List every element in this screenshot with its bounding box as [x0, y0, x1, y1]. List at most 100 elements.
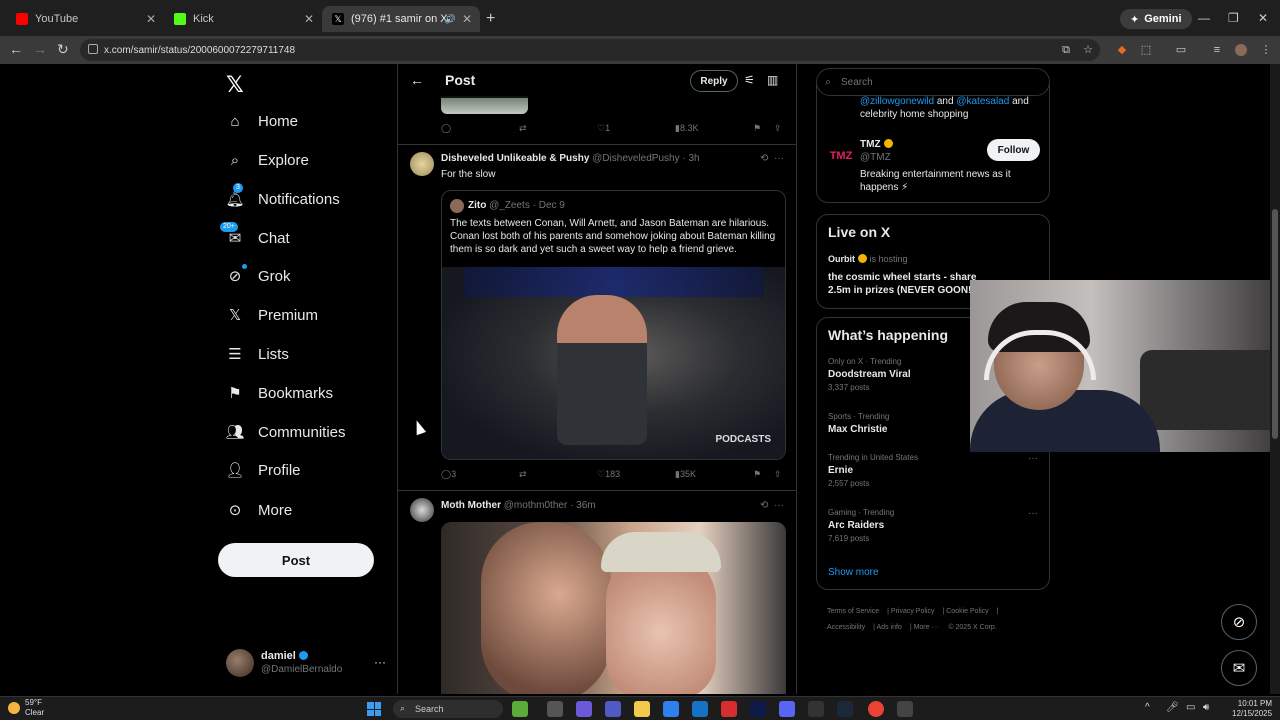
post-button[interactable]: Post	[218, 543, 374, 577]
minimize-icon[interactable]: —	[1198, 11, 1210, 25]
tweet-menu[interactable]: ⟲ ···	[760, 500, 784, 511]
reader-icon[interactable]: ▥	[767, 73, 778, 87]
chrome-icon[interactable]	[868, 701, 884, 717]
task-view-icon[interactable]	[547, 701, 563, 717]
search-input[interactable]: ⌕ Search	[816, 68, 1050, 96]
tweet-image[interactable]	[441, 522, 786, 694]
trend-item[interactable]: Gaming · Trending Arc Raiders 7,619 post…	[828, 508, 1038, 543]
share-icon[interactable]: ⇪	[774, 123, 782, 134]
nav-bookmarks[interactable]: ⚑ Bookmarks	[226, 378, 333, 408]
follow-button[interactable]: Follow	[987, 139, 1040, 161]
filter-icon[interactable]: ⚟	[744, 73, 755, 87]
x-logo-icon[interactable]: 𝕏	[226, 72, 244, 98]
teams-icon[interactable]	[605, 701, 621, 717]
trend-item[interactable]: Trending in United States Ernie 2,557 po…	[828, 453, 1038, 488]
back-arrow-icon[interactable]: ←	[410, 72, 424, 88]
app-icon[interactable]	[512, 701, 528, 717]
nav-lists[interactable]: ☰ Lists	[226, 339, 289, 369]
outlook-icon[interactable]	[692, 701, 708, 717]
nav-grok[interactable]: ⊘ Grok	[226, 261, 291, 291]
tab-youtube[interactable]: YouTube ✕	[6, 6, 164, 32]
nav-premium[interactable]: 𝕏 Premium	[226, 300, 318, 330]
speaker-icon[interactable]: 🔊	[445, 14, 456, 25]
url-field[interactable]: x.com/samir/status/2000600072279711748	[80, 39, 1100, 61]
footer-link[interactable]: More ···	[914, 624, 939, 631]
like-icon[interactable]: ♡ 183	[597, 469, 620, 480]
tmz-logo[interactable]: TMZ	[829, 144, 853, 168]
tab-kick[interactable]: Kick ✕	[164, 6, 322, 32]
file-explorer-icon[interactable]	[634, 701, 650, 717]
steam-icon[interactable]	[837, 701, 853, 717]
taskbar-search[interactable]: ⌕ Search	[393, 700, 503, 718]
footer-link[interactable]: Privacy Policy	[891, 608, 935, 615]
bookmark-icon[interactable]: ⚑	[753, 469, 761, 480]
nav-notifications[interactable]: 🔔︎ 3 Notifications	[225, 183, 340, 214]
puzzle-icon[interactable]: ⬚	[1140, 44, 1152, 56]
nav-more[interactable]: ⊙ More	[226, 495, 292, 525]
start-button[interactable]	[367, 702, 381, 716]
views-icon[interactable]: ▮ 8.3K	[675, 123, 698, 134]
like-icon[interactable]: ♡ 1	[597, 123, 610, 134]
share-icon[interactable]: ⇪	[774, 469, 782, 480]
show-more-link[interactable]: Show more	[828, 567, 879, 578]
account-switcher[interactable]: damiel @DamielBernaldo ···	[226, 647, 386, 683]
cast-icon[interactable]: ▭	[1175, 44, 1187, 56]
grok-icon[interactable]: ⟲	[760, 153, 768, 164]
chevron-up-icon[interactable]: ^	[1145, 702, 1150, 713]
messages-fab-icon[interactable]: ✉	[1221, 650, 1257, 686]
monitor-icon[interactable]: ▭	[1186, 702, 1195, 713]
bookmark-icon[interactable]: ⚑	[753, 123, 761, 134]
discord-icon[interactable]	[779, 701, 795, 717]
close-icon[interactable]: ✕	[462, 12, 472, 26]
scrollbar[interactable]	[1270, 64, 1280, 694]
nav-explore[interactable]: ⌕ Explore	[226, 145, 309, 175]
mic-icon[interactable]: 🎤︎	[1166, 702, 1179, 713]
site-info-icon[interactable]	[88, 44, 98, 54]
tab-x-post[interactable]: 𝕏 (976) #1 samir on X: "happ 🔊 ✕	[322, 6, 480, 32]
weather-widget[interactable]: 59°F Clear	[8, 698, 44, 718]
system-clock[interactable]: 10:01 PM 12/15/2025	[1232, 699, 1272, 719]
nav-communities[interactable]: 👥︎ Communities	[225, 417, 345, 447]
tweet-author[interactable]: Disheveled Unlikeable & Pushy @Dishevele…	[441, 153, 700, 164]
video-player[interactable]: PODCASTS	[442, 267, 785, 459]
reply-button[interactable]: Reply	[690, 70, 738, 92]
app-icon[interactable]	[897, 701, 913, 717]
footer-link[interactable]: Ads info	[877, 624, 902, 631]
close-icon[interactable]: ✕	[304, 12, 314, 26]
new-tab-button[interactable]: +	[486, 10, 495, 28]
live-title[interactable]: the cosmic wheel starts - share 2.5m in …	[828, 271, 978, 297]
profile-avatar-icon[interactable]	[1235, 44, 1247, 56]
back-icon[interactable]: ←	[9, 41, 23, 57]
previous-media-thumbnail[interactable]	[441, 96, 528, 114]
footer-link[interactable]: Accessibility	[827, 624, 865, 631]
scroll-thumb[interactable]	[1272, 209, 1278, 439]
avatar[interactable]	[410, 498, 434, 522]
forward-icon[interactable]: →	[33, 41, 47, 57]
nav-profile[interactable]: 👤︎ Profile	[225, 455, 300, 485]
extension-icon[interactable]: ◆	[1116, 44, 1128, 56]
app-icon[interactable]	[721, 701, 737, 717]
close-window-icon[interactable]: ✕	[1258, 11, 1268, 25]
views-icon[interactable]: ▮ 35K	[675, 469, 696, 480]
app-icon[interactable]	[808, 701, 824, 717]
reply-icon[interactable]: ◯	[441, 123, 451, 134]
repost-icon[interactable]: ⇄	[519, 123, 527, 134]
more-icon[interactable]: ···	[774, 500, 784, 511]
footer-link[interactable]: Cookie Policy	[946, 608, 988, 615]
footer-link[interactable]: Terms of Service	[827, 608, 879, 615]
media-icon[interactable]: ≡	[1211, 44, 1223, 56]
more-icon[interactable]: ···	[374, 655, 386, 669]
account-name[interactable]: TMZ	[860, 139, 881, 150]
close-icon[interactable]: ✕	[146, 12, 156, 26]
mention-link[interactable]: @zillowgonewild	[860, 96, 934, 107]
more-icon[interactable]: ···	[774, 153, 784, 164]
gemini-button[interactable]: ✦ Gemini	[1120, 9, 1192, 29]
repost-icon[interactable]: ⇄	[519, 469, 527, 480]
grok-fab-icon[interactable]: ⊘	[1221, 604, 1257, 640]
app-icon[interactable]	[750, 701, 766, 717]
volume-icon[interactable]: 🔊︎	[1203, 702, 1209, 713]
avatar[interactable]	[410, 152, 434, 176]
grok-icon[interactable]: ⟲	[760, 500, 768, 511]
quoted-tweet[interactable]: Zito @_Zeets · Dec 9 The texts between C…	[441, 190, 786, 460]
menu-icon[interactable]: ⋮	[1260, 44, 1272, 56]
